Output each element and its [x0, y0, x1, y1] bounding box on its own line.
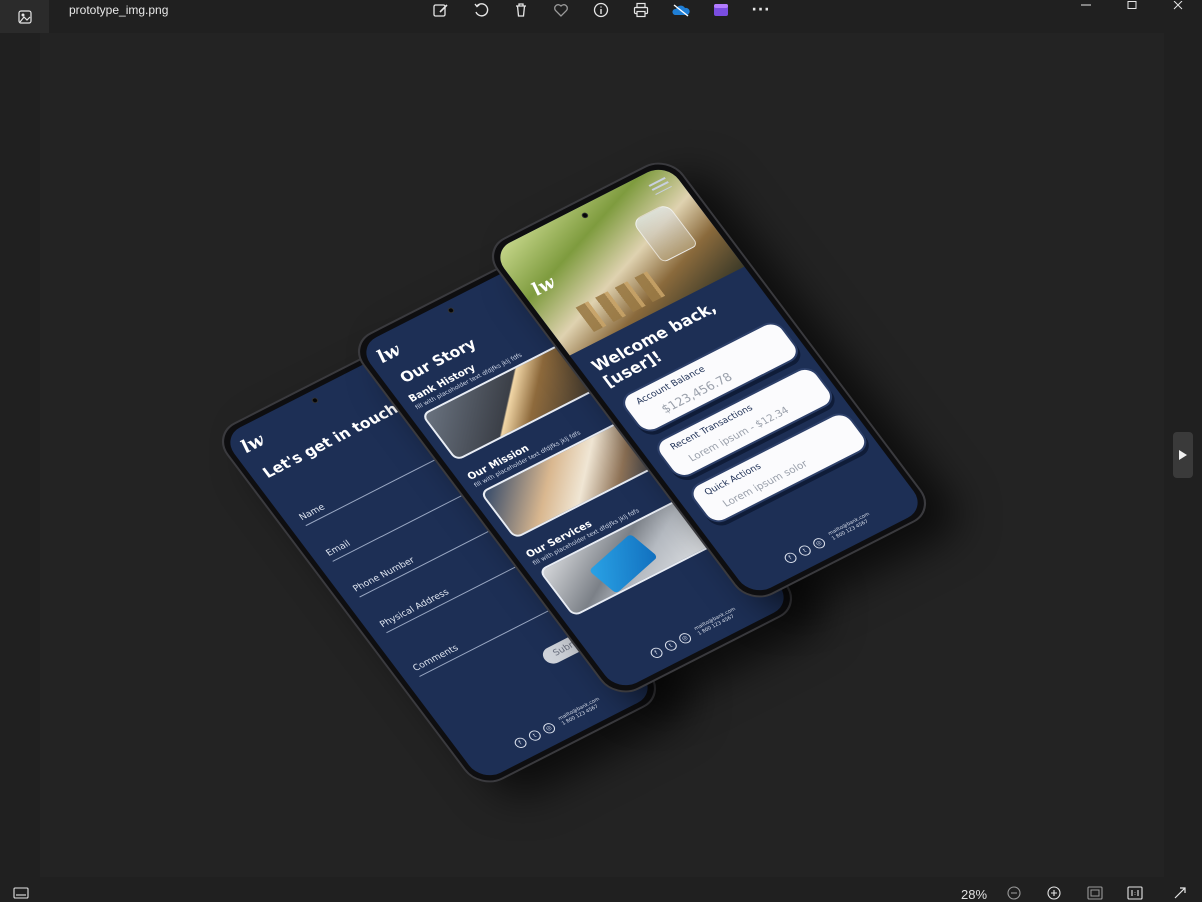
- more-icon[interactable]: ···: [749, 0, 773, 20]
- facebook-icon[interactable]: f: [511, 735, 529, 750]
- instagram-icon[interactable]: ◎: [540, 721, 557, 735]
- facebook-icon[interactable]: f: [647, 645, 665, 660]
- footer-contact-info: mailto@bank.com 1 800 123 4567: [827, 511, 875, 541]
- maximize-icon[interactable]: [1122, 0, 1142, 12]
- twitter-icon[interactable]: t: [796, 543, 813, 558]
- fullscreen-icon[interactable]: [1172, 886, 1188, 900]
- print-icon[interactable]: [629, 0, 653, 20]
- fit-to-window-icon[interactable]: [1087, 886, 1103, 900]
- clipchamp-icon[interactable]: [709, 0, 733, 20]
- play-arrow-icon: [1179, 450, 1187, 460]
- status-bar: 28%: [0, 877, 1202, 902]
- camera-notch: [310, 396, 320, 405]
- zoom-out-icon[interactable]: [1006, 886, 1022, 900]
- footer-contact-info: mailto@bank.com 1 800 123 4567: [693, 606, 741, 636]
- favorite-icon[interactable]: [549, 0, 573, 20]
- contact-title: Let's get in touch: [259, 399, 402, 482]
- onedrive-icon[interactable]: [669, 0, 693, 20]
- zoom-level: 28%: [961, 887, 988, 902]
- instagram-icon[interactable]: ◎: [810, 536, 827, 550]
- photos-app-icon[interactable]: [0, 0, 49, 33]
- twitter-icon[interactable]: t: [662, 638, 679, 653]
- minimize-icon[interactable]: [1076, 0, 1096, 12]
- facebook-icon[interactable]: f: [781, 550, 799, 565]
- twitter-icon[interactable]: t: [526, 728, 543, 743]
- filmstrip-icon[interactable]: [13, 886, 29, 900]
- coin-jar-image: [631, 202, 699, 264]
- bank-logo: lw: [372, 340, 406, 368]
- instagram-icon[interactable]: ◎: [676, 631, 693, 645]
- footer-contact-info: mailto@bank.com 1 800 123 4567: [557, 696, 605, 726]
- camera-notch: [446, 306, 456, 315]
- file-name: prototype_img.png: [69, 3, 169, 17]
- rotate-icon[interactable]: [469, 0, 493, 20]
- coin-stacks-image: [575, 271, 666, 333]
- delete-icon[interactable]: [509, 0, 533, 20]
- bank-logo: lw: [236, 430, 270, 458]
- credit-card-image: [588, 533, 658, 594]
- edit-image-icon[interactable]: [429, 0, 453, 20]
- actual-size-icon[interactable]: [1127, 886, 1143, 900]
- zoom-in-icon[interactable]: [1046, 886, 1062, 900]
- close-icon[interactable]: [1168, 0, 1188, 12]
- title-bar: prototype_img.png ···: [0, 0, 1202, 33]
- next-image-button[interactable]: [1173, 432, 1193, 478]
- info-icon[interactable]: [589, 0, 613, 20]
